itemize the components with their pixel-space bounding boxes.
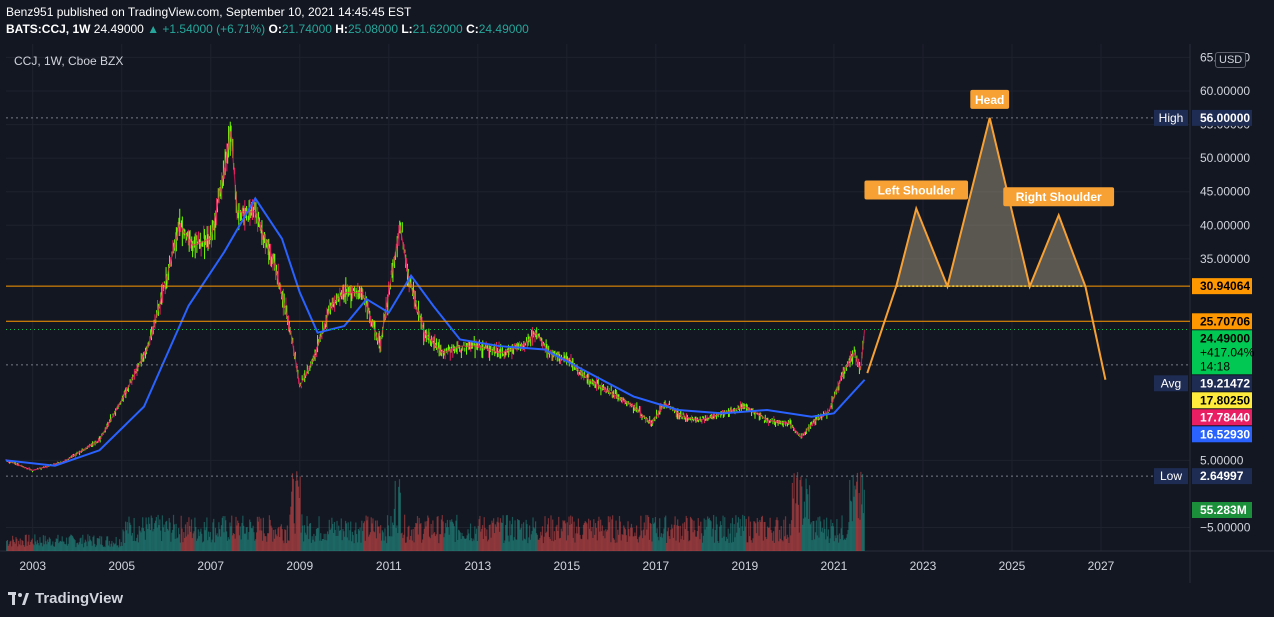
low-value: 21.62000	[412, 22, 463, 36]
publish-info: Benz951 published on TradingView.com, Se…	[6, 5, 412, 19]
pattern-label: Right Shoulder	[1003, 187, 1115, 207]
price-chart[interactable]: Left ShoulderHeadRight Shoulder65.000006…	[0, 44, 1274, 583]
price-label-text: 24.49000	[1200, 331, 1250, 345]
footer: TradingView	[0, 583, 1274, 617]
currency-button[interactable]: USD	[1215, 52, 1247, 68]
open-value: 21.74000	[281, 22, 332, 36]
pattern-label-text: Right Shoulder	[1016, 190, 1102, 204]
price-tick-label: 40.00000	[1200, 218, 1250, 232]
close-value: 24.49000	[478, 22, 529, 36]
time-tick-label: 2015	[553, 559, 580, 573]
high-label: H:	[335, 22, 348, 36]
price-tick-label: 5.00000	[1200, 453, 1244, 467]
price-label-text: 25.70706	[1200, 314, 1250, 328]
time-tick-label: 2007	[197, 559, 224, 573]
price-tick-label: −5.00000	[1200, 520, 1251, 534]
time-tick-label: 2005	[108, 559, 135, 573]
tradingview-logo-icon	[8, 591, 29, 605]
ticker-label: BATS:CCJ, 1W	[6, 22, 91, 36]
price-change: ▲ +1.54000 (+6.71%)	[147, 22, 266, 36]
pattern-label: Left Shoulder	[864, 180, 969, 200]
price-label-text: 14:18	[1200, 359, 1230, 373]
grid	[6, 44, 1190, 551]
close-label: C:	[466, 22, 479, 36]
time-tick-label: 2017	[643, 559, 670, 573]
time-tick-label: 2023	[910, 559, 937, 573]
time-tick-label: 2013	[464, 559, 491, 573]
chart-panel[interactable]: Left ShoulderHeadRight Shoulder65.000006…	[0, 44, 1274, 583]
time-tick-label: 2021	[821, 559, 848, 573]
time-axis: 2003 2005 2007 2009 2011 2013 2015 2017 2019 2021…	[19, 559, 1114, 573]
chart-symbol-title: CCJ, 1W, Cboe BZX	[14, 54, 124, 68]
pattern-label-text: Left Shoulder	[878, 184, 956, 198]
price-tick-label: 50.00000	[1200, 151, 1250, 165]
tradingview-logo[interactable]: TradingView	[8, 590, 123, 607]
price-label-tag: Low	[1160, 469, 1182, 483]
time-tick-label: 2003	[19, 559, 46, 573]
open-label: O:	[268, 22, 282, 36]
price-label-tag: Avg	[1161, 376, 1181, 390]
price-label-text: 56.00000	[1200, 111, 1250, 125]
high-value: 25.08000	[347, 22, 398, 36]
price-label-tag: High	[1159, 111, 1184, 125]
last-price: 24.49000	[93, 22, 144, 36]
time-tick-label: 2025	[999, 559, 1026, 573]
price-label-text: 19.21472	[1200, 376, 1250, 390]
price-label-text: 16.52930	[1200, 427, 1250, 441]
low-label: L:	[401, 22, 413, 36]
time-tick-label: 2019	[732, 559, 759, 573]
price-label-text: +417.04%	[1200, 345, 1255, 359]
close-line	[5, 131, 866, 472]
price-label-text: 17.80250	[1200, 393, 1250, 407]
price-tick-label: 60.00000	[1200, 84, 1250, 98]
tradingview-brand: TradingView	[35, 590, 124, 607]
pattern-label: Head	[970, 89, 1010, 109]
candles	[5, 121, 865, 473]
price-label-text: 30.94064	[1200, 279, 1250, 293]
ohlc-bar: BATS:CCJ, 1W 24.49000 ▲ +1.54000 (+6.71%…	[6, 22, 529, 37]
time-tick-label: 2027	[1088, 559, 1115, 573]
pattern-label-text: Head	[975, 93, 1004, 107]
price-label-text: 2.64997	[1200, 469, 1244, 483]
time-tick-label: 2011	[376, 559, 402, 573]
time-tick-label: 2009	[286, 559, 313, 573]
volume-bars	[6, 471, 865, 551]
moving-average-line	[5, 196, 866, 467]
price-tick-label: 35.00000	[1200, 252, 1250, 266]
price-tick-label: 45.00000	[1200, 185, 1250, 199]
price-label-text: 55.283M	[1200, 503, 1247, 517]
volume-bar	[863, 489, 865, 551]
price-label-text: 17.78440	[1200, 410, 1250, 424]
